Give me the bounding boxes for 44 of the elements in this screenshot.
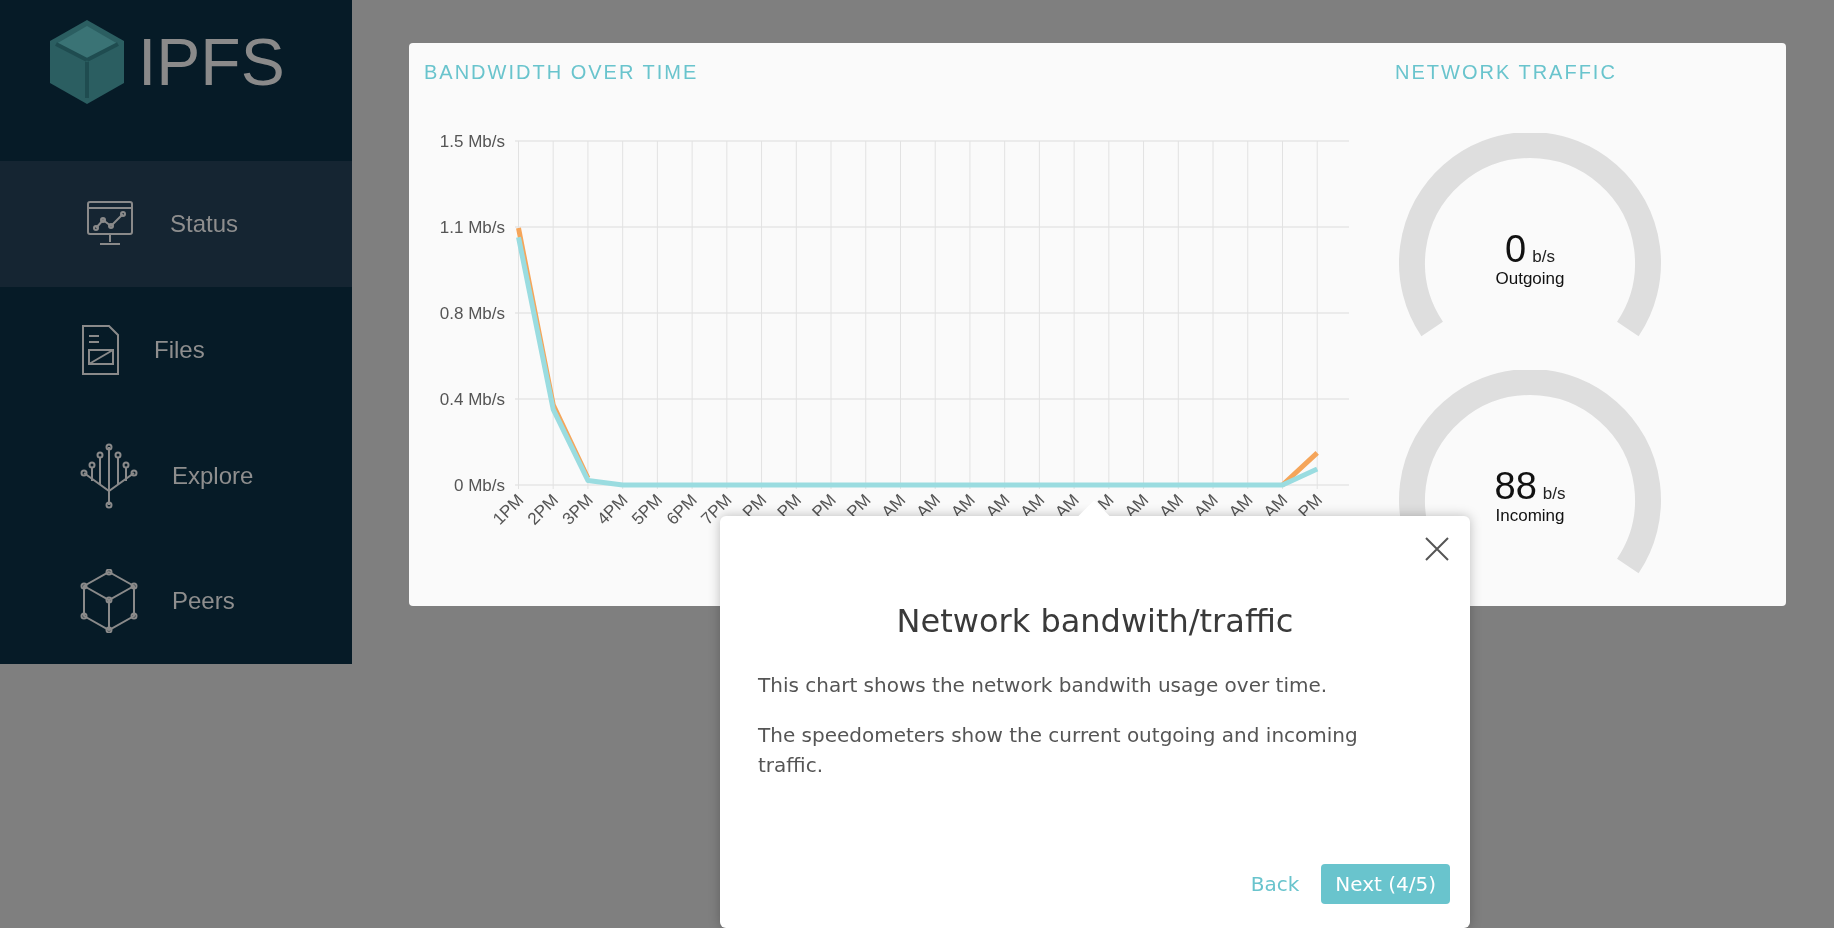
axis-label: 0 Mb/s xyxy=(453,476,505,495)
axis-label: PM xyxy=(1294,490,1327,522)
gauge-label: Incoming xyxy=(1495,505,1565,526)
tree-icon xyxy=(80,442,138,509)
axis-label: AM xyxy=(1016,490,1049,522)
axis-label: AM xyxy=(1190,490,1222,522)
gauge-label: Outgoing xyxy=(1495,269,1565,290)
axis-label: 1.5 Mb/s xyxy=(439,132,505,151)
nav-item[interactable]: Files xyxy=(0,287,352,413)
close-icon xyxy=(1424,536,1450,562)
axis-label: AM xyxy=(1155,490,1188,522)
chart-title: BANDWIDTH OVER TIME xyxy=(424,61,699,84)
axis-label: AM xyxy=(912,490,945,522)
nav-item[interactable]: Peers xyxy=(0,538,352,665)
axis-label: PM xyxy=(808,490,840,522)
gauge-unit: b/s xyxy=(1542,483,1566,504)
axis-label: AM xyxy=(1259,490,1292,522)
document-icon xyxy=(80,323,120,376)
axis-label: M xyxy=(1094,490,1118,514)
popover-title: Network bandwith/traffic xyxy=(896,602,1294,640)
logo-text: IPFS xyxy=(138,24,285,101)
close-button[interactable] xyxy=(1424,536,1450,562)
axis-label: 1.1 Mb/s xyxy=(439,218,505,237)
axis-label: PM xyxy=(738,490,771,522)
gauges-title: NETWORK TRAFFIC xyxy=(1395,61,1617,84)
gauge-value: 0 xyxy=(1505,229,1527,270)
axis-label: 0.8 Mb/s xyxy=(439,304,505,323)
cube-icon xyxy=(80,569,138,634)
axis-label: AM xyxy=(947,490,979,522)
axis-label: AM xyxy=(1051,490,1083,522)
axis-label: PM xyxy=(843,490,875,522)
gauge-value: 88 xyxy=(1494,465,1537,506)
axis-label: 0.4 Mb/s xyxy=(439,390,505,409)
axis-label: AM xyxy=(982,490,1014,522)
popover-text: The speedometers show the current outgoing and incoming traffic. xyxy=(758,722,1359,779)
cube-logo-icon xyxy=(48,18,126,106)
axis-label: AM xyxy=(877,490,910,522)
nav-item[interactable]: Status xyxy=(0,161,352,287)
axis-label: PM xyxy=(773,490,806,522)
popover-text: This chart shows the network bandwith usage over time. xyxy=(758,672,1329,699)
nav-item[interactable]: Explore xyxy=(0,412,352,539)
axis-label: AM xyxy=(1120,490,1153,522)
gauge-unit: b/s xyxy=(1532,247,1555,268)
axis-label: AM xyxy=(1225,490,1257,522)
